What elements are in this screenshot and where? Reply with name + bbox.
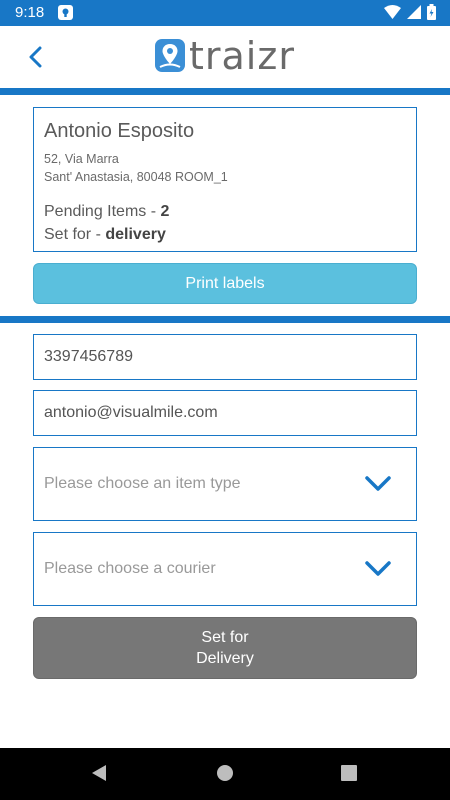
- courier-placeholder: Please choose a courier: [44, 560, 216, 577]
- notification-icon: [58, 5, 73, 20]
- wifi-icon: [384, 5, 401, 24]
- logo-text: traizr: [189, 34, 295, 78]
- chevron-down-icon: [365, 476, 391, 491]
- status-icons: [384, 4, 436, 25]
- item-type-placeholder: Please choose an item type: [44, 475, 241, 492]
- phone-value: 3397456789: [44, 348, 133, 365]
- set-for-delivery-button[interactable]: Set for Delivery: [33, 617, 417, 679]
- header-divider: [0, 88, 450, 95]
- app-header: traizr: [0, 26, 450, 88]
- email-field[interactable]: antonio@visualmile.com: [33, 390, 417, 436]
- nav-back-icon[interactable]: [90, 764, 108, 787]
- signal-icon: [407, 5, 421, 24]
- nav-home-icon[interactable]: [216, 764, 234, 787]
- courier-select[interactable]: Please choose a courier: [33, 532, 417, 606]
- section-divider: [0, 316, 450, 323]
- set-for-value: delivery: [105, 226, 166, 243]
- nav-recents-icon[interactable]: [340, 764, 358, 787]
- customer-name: Antonio Esposito: [44, 120, 195, 142]
- pending-items: Pending Items - 2 Set for - delivery: [44, 200, 406, 246]
- chevron-left-icon: [29, 46, 42, 68]
- status-bar: 9:18: [0, 0, 450, 26]
- customer-info-card: Antonio Esposito 52, Via Marra Sant' Ana…: [33, 107, 417, 252]
- phone-field[interactable]: 3397456789: [33, 334, 417, 380]
- delivery-button-line-2: Delivery: [196, 650, 254, 667]
- battery-icon: [427, 4, 436, 25]
- status-time: 9:18: [15, 4, 45, 21]
- pending-items-count: 2: [160, 203, 170, 220]
- address-line-2: Sant' Anastasia, 80048 ROOM_1: [44, 170, 228, 184]
- chevron-down-icon: [365, 561, 391, 576]
- back-button[interactable]: [20, 40, 50, 74]
- email-value: antonio@visualmile.com: [44, 404, 218, 421]
- traizr-logo: traizr: [155, 34, 295, 78]
- address-line-1: 52, Via Marra: [44, 152, 119, 166]
- item-type-select[interactable]: Please choose an item type: [33, 447, 417, 521]
- print-labels-button[interactable]: Print labels: [33, 263, 417, 304]
- navigation-bar: [0, 748, 450, 800]
- pending-items-label: Pending Items -: [44, 203, 161, 220]
- map-pin-icon: [155, 39, 185, 72]
- delivery-button-line-1: Set for: [201, 629, 249, 646]
- set-for-label: Set for -: [44, 226, 106, 243]
